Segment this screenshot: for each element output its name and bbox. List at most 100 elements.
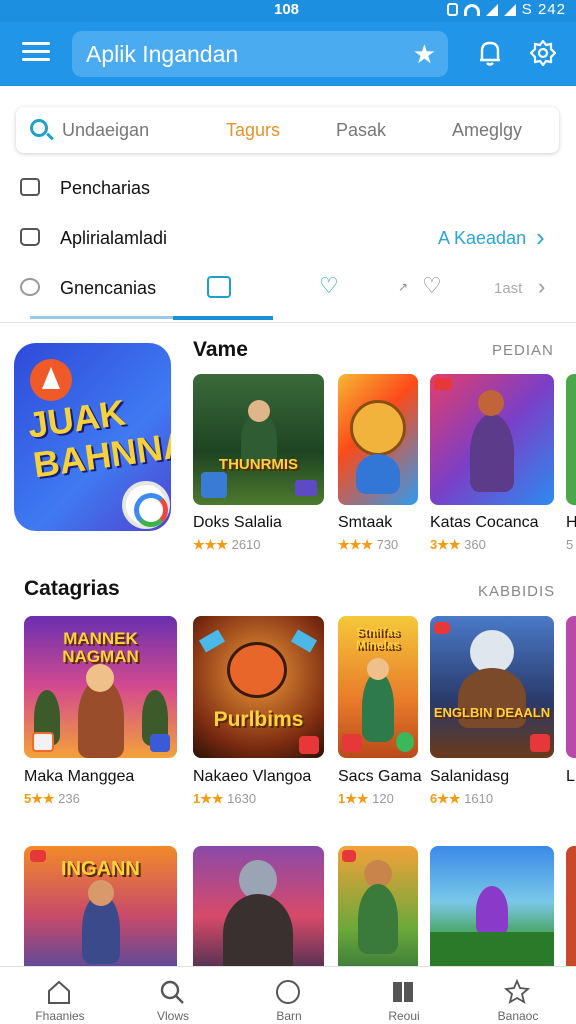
chevron-right-icon[interactable]: › xyxy=(536,222,545,253)
nav-label: Barn xyxy=(276,1009,302,1023)
row-label: Pencharias xyxy=(60,178,151,198)
alarm-icon xyxy=(446,3,458,16)
sparkle-icon: ↗ xyxy=(398,280,409,294)
app-card[interactable]: Smtaak ★★★ 730 xyxy=(338,374,418,554)
bell-icon[interactable] xyxy=(478,40,502,66)
nav-label: Banaoc xyxy=(497,1009,539,1023)
featured-app-tile[interactable]: JUAK BAHNNA xyxy=(14,343,171,531)
gear-icon[interactable] xyxy=(530,40,556,66)
nav-item-library[interactable]: Reoui xyxy=(354,967,454,1024)
status-time: 108 xyxy=(274,1,300,18)
app-thumbnail xyxy=(193,846,324,966)
status-icons: S 242 xyxy=(446,1,566,18)
app-card[interactable]: INGANN xyxy=(24,846,177,966)
app-title-bar[interactable]: Aplik Ingandan ★ xyxy=(72,31,448,77)
app-thumbnail xyxy=(338,374,418,505)
app-name: Smtaak xyxy=(338,514,393,531)
app-rating: 5★★ 236 xyxy=(24,791,80,806)
app-card[interactable] xyxy=(430,846,554,966)
list-row-aplirialamladi[interactable]: Aplirialamladi A Kaeadan › xyxy=(0,216,576,260)
section-title-catagrias: Catagrias xyxy=(24,577,120,600)
store-badge-icon xyxy=(122,481,170,529)
row-label: Aplirialamladi xyxy=(60,228,168,248)
app-thumbnail xyxy=(430,846,554,966)
app-name: Sacs Gama xyxy=(338,768,422,785)
app-rating: ★★★ 730 xyxy=(338,537,399,552)
bottom-nav: Fhaanies Vlows Barn Reoui Banaoc xyxy=(0,966,576,1024)
app-card[interactable]: Stnilfas Minelas Sacs Gama 1★★ 120 xyxy=(338,616,422,806)
app-title: Aplik Ingandan xyxy=(86,41,239,67)
circle-icon xyxy=(276,980,300,1004)
app-rating: 1★★ 120 xyxy=(338,791,394,806)
app-name: Doks Salalia xyxy=(193,514,282,531)
app-rating: ★★★ 2610 xyxy=(193,537,261,552)
app-thumbnail xyxy=(430,374,554,505)
app-card[interactable] xyxy=(566,846,576,966)
tab-search-bar: Undaeigan Tagurs Pasak Ameglgy xyxy=(16,107,559,153)
app-name: Maka Manggea xyxy=(24,768,135,785)
bag-icon xyxy=(20,228,40,246)
heart-outline-icon[interactable]: ♡ xyxy=(422,273,442,299)
nav-item-search[interactable]: Vlows xyxy=(123,967,223,1024)
app-name: L xyxy=(566,768,575,785)
menu-icon[interactable] xyxy=(22,42,50,66)
app-name: Katas Cocanca xyxy=(430,514,539,531)
tab-pasak[interactable]: Pasak xyxy=(336,120,386,141)
divider xyxy=(0,322,576,323)
grid-icon[interactable] xyxy=(207,276,231,298)
star-icon[interactable]: ★ xyxy=(413,39,436,70)
app-card[interactable]: H 5 xyxy=(566,374,576,554)
app-name: H xyxy=(566,514,576,531)
window-icon xyxy=(20,178,40,196)
nav-item-home[interactable]: Fhaanies xyxy=(10,967,110,1024)
app-thumbnail: Purlbims xyxy=(193,616,324,758)
app-thumbnail: MANNEK NAGMAN xyxy=(24,616,177,758)
app-bar: Aplik Ingandan ★ xyxy=(0,22,576,86)
rocket-logo-icon xyxy=(30,359,72,401)
app-name: Salanidasg xyxy=(430,768,510,785)
app-thumbnail xyxy=(566,846,576,966)
section-title-vame: Vame xyxy=(193,338,248,361)
app-card[interactable] xyxy=(338,846,418,966)
app-card[interactable]: THUNRMIS Doks Salalia ★★★ 2610 xyxy=(193,374,324,554)
app-thumbnail: Stnilfas Minelas xyxy=(338,616,418,758)
app-card[interactable]: L xyxy=(566,616,576,806)
nav-label: Fhaanies xyxy=(35,1009,85,1023)
signal-icon-2 xyxy=(503,3,516,16)
search-icon xyxy=(160,980,184,1004)
app-thumbnail xyxy=(566,374,576,505)
heart-icon[interactable]: ♡ xyxy=(319,273,339,299)
status-bar: 108 S 242 xyxy=(0,0,576,22)
section-link-kabbidis[interactable]: KABBIDIS xyxy=(478,583,555,600)
signal-icon xyxy=(485,3,498,16)
app-thumbnail: THUNRMIS xyxy=(193,374,324,505)
library-icon xyxy=(393,982,413,1002)
app-card[interactable]: Katas Cocanca 3★★ 360 xyxy=(430,374,554,554)
tab-undaeigan[interactable]: Undaeigan xyxy=(62,120,149,141)
section-link-pedian[interactable]: PEDIAN xyxy=(492,342,554,359)
app-card[interactable]: Purlbims Nakaeo Vlangoa 1★★ 1630 xyxy=(193,616,324,806)
app-rating: 5 xyxy=(566,537,574,552)
app-thumbnail: ENGLBIN DEAALN xyxy=(430,616,554,758)
nav-item-apps[interactable]: Banaoc xyxy=(468,967,568,1024)
home-icon xyxy=(48,980,70,1004)
app-card[interactable]: ENGLBIN DEAALN Salanidasg 6★★ 1610 xyxy=(430,616,554,806)
app-name: Nakaeo Vlangoa xyxy=(193,768,312,785)
app-thumbnail: INGANN xyxy=(24,846,177,966)
app-thumbnail xyxy=(566,616,576,758)
list-row-gnencanias[interactable]: Gnencanias ♡ ↗ ♡ 1ast › xyxy=(0,266,576,310)
row-right-link[interactable]: A Kaeadan xyxy=(438,228,526,249)
app-rating: 6★★ 1610 xyxy=(430,791,494,806)
list-row-pencharias[interactable]: Pencharias xyxy=(0,166,576,210)
search-circle-icon xyxy=(20,278,40,296)
chevron-right-icon[interactable]: › xyxy=(538,274,545,300)
tab-tagurs[interactable]: Tagurs xyxy=(226,120,280,141)
nav-item-circle[interactable]: Barn xyxy=(239,967,339,1024)
row-right-text: 1ast xyxy=(494,280,523,297)
tab-ameglgy[interactable]: Ameglgy xyxy=(452,120,522,141)
nav-label: Vlows xyxy=(156,1009,189,1023)
battery-text: S 242 xyxy=(521,1,566,18)
search-icon[interactable] xyxy=(30,119,48,137)
app-card[interactable]: MANNEK NAGMAN Maka Manggea 5★★ 236 xyxy=(24,616,177,806)
app-card[interactable] xyxy=(193,846,324,966)
